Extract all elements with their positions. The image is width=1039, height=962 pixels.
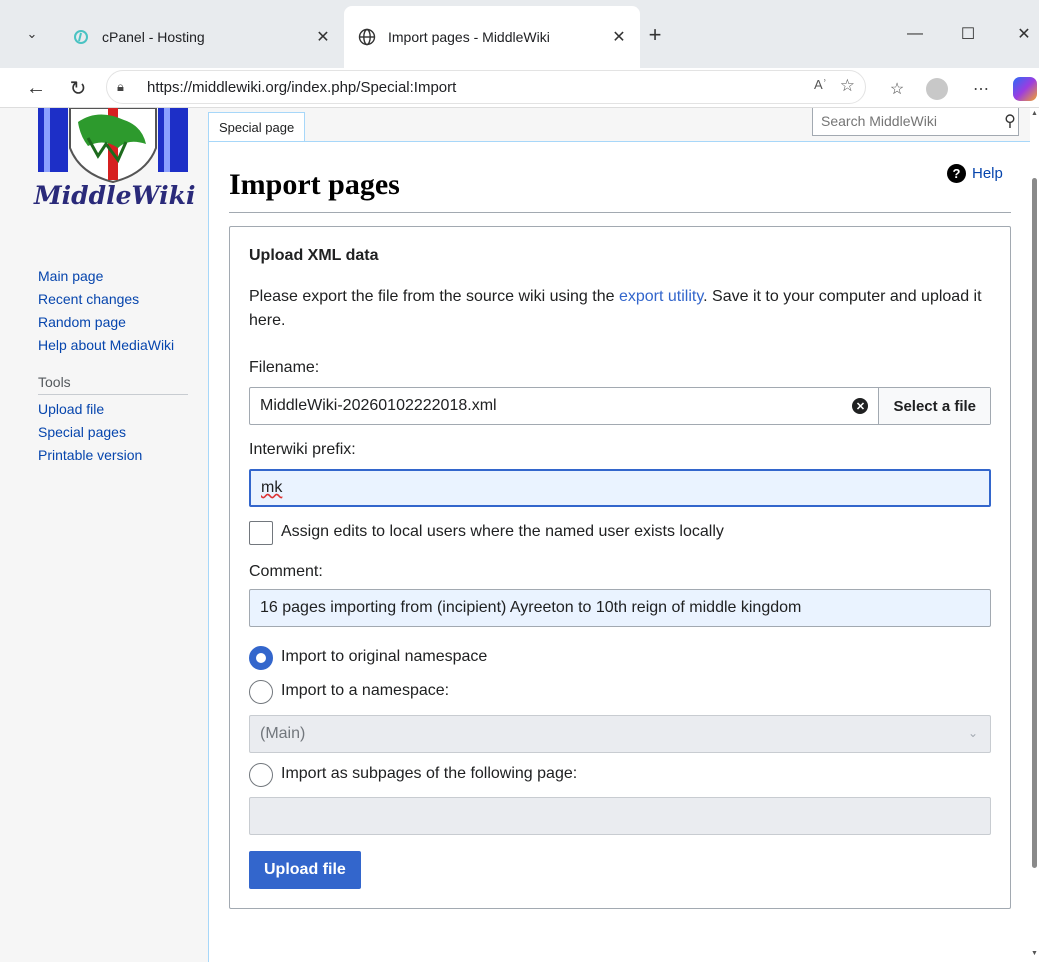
read-aloud-icon[interactable]: Aʾ [814,77,827,92]
interwiki-prefix-value: mk [261,479,283,496]
import-to-namespace-label[interactable]: Import to a namespace: [281,682,449,700]
wiki-search: ⚲ [812,108,1019,136]
refresh-icon[interactable]: ↻ [64,74,92,102]
sidebar-item-printable-version[interactable]: Printable version [38,447,188,470]
upload-description: Please export the file from the source w… [249,285,989,333]
scroll-down-icon[interactable]: ▼ [1031,950,1038,957]
tab-special-page[interactable]: Special page [208,112,306,142]
profile-avatar[interactable] [924,76,950,102]
close-window-icon[interactable]: ✕ [1004,14,1039,54]
upload-file-button[interactable]: Upload file [249,851,361,889]
page-title: Import pages [229,168,400,201]
tab-title: Import pages - MiddleWiki [388,29,550,45]
title-divider [229,212,1011,213]
tab-title: cPanel - Hosting [102,29,205,45]
help-link[interactable]: ? Help [947,164,1003,183]
help-question-icon: ? [947,164,966,183]
assign-edits-checkbox[interactable] [249,521,273,545]
url-field[interactable]: 🔒︎ https://middlewiki.org/index.php/Spec… [106,70,866,104]
sidebar-item-special-pages[interactable]: Special pages [38,424,188,447]
description-text: Please export the file from the source w… [249,288,619,305]
import-original-namespace-radio[interactable] [249,646,273,670]
help-label: Help [972,165,1003,182]
minimize-icon[interactable]: — [895,14,935,54]
import-original-namespace-label[interactable]: Import to original namespace [281,648,487,666]
comment-label: Comment: [249,563,323,580]
close-tab-icon[interactable]: ✕ [312,27,334,47]
fieldset-legend: Upload XML data [249,247,379,264]
sidebar-item-upload-file[interactable]: Upload file [38,401,188,424]
close-tab-icon[interactable]: ✕ [608,27,630,47]
site-info-lock-icon[interactable]: 🔒︎ [117,79,139,95]
middlewiki-logo[interactable]: MiddleWiki [28,108,198,212]
assign-edits-label[interactable]: Assign edits to local users where the na… [281,523,724,541]
maximize-icon[interactable]: ☐ [948,14,988,54]
wiki-page: MiddleWiki Main page Recent changes Rand… [0,108,1030,962]
chevron-down-icon: ⌄ [967,726,978,740]
logo-text: MiddleWiki [33,181,196,210]
more-menu-icon[interactable]: ⋯ [968,76,994,102]
favorite-star-icon[interactable]: ☆ [840,76,855,96]
scroll-up-icon[interactable]: ▲ [1031,110,1038,117]
sidebar-navigation: Main page Recent changes Random page Hel… [38,268,188,470]
filename-value: MiddleWiki-20260102222018.xml [260,397,497,414]
upload-xml-fieldset: Upload XML data Please export the file f… [229,226,1011,909]
comment-input[interactable]: 16 pages importing from (incipient) Ayre… [249,589,991,627]
sidebar-item-random-page[interactable]: Random page [38,314,188,337]
address-bar: ← ↻ 🔒︎ https://middlewiki.org/index.php/… [0,68,1039,108]
copilot-icon[interactable] [1012,76,1038,102]
namespace-select[interactable]: (Main) ⌄ [249,715,991,753]
interwiki-prefix-input[interactable]: mk [249,469,991,507]
back-arrow-icon[interactable]: ← [22,74,50,102]
import-to-namespace-radio[interactable] [249,680,273,704]
comment-value: 16 pages importing from (incipient) Ayre… [260,599,802,616]
search-icon[interactable]: ⚲ [1002,111,1018,131]
page-scrollbar[interactable]: ▲ ▼ [1030,108,1039,962]
new-tab-plus-icon[interactable]: + [640,20,670,50]
filename-label: Filename: [249,359,320,376]
search-input[interactable] [813,113,1002,129]
scrollbar-thumb[interactable] [1032,178,1037,868]
tools-heading: Tools [38,374,188,395]
import-as-subpages-radio[interactable] [249,763,273,787]
url-text: https://middlewiki.org/index.php/Special… [147,78,457,96]
cpanel-favicon-icon [72,28,90,46]
main-content: Import pages ? Help Upload XML data Plea… [208,141,1030,962]
clear-file-icon[interactable]: ✕ [852,398,869,414]
sidebar-item-main-page[interactable]: Main page [38,268,188,291]
browser-tab-bar: ⌄ cPanel - Hosting ✕ Import pages - Midd… [0,0,1039,68]
subpage-root-input[interactable] [249,797,991,835]
select-file-button[interactable]: Select a file [878,388,990,424]
file-input[interactable]: MiddleWiki-20260102222018.xml ✕ Select a… [249,387,991,425]
tab-import-pages[interactable]: Import pages - MiddleWiki ✕ [344,6,640,68]
sidebar-item-help-about-mediawiki[interactable]: Help about MediaWiki [38,337,188,360]
namespace-value: (Main) [260,725,306,742]
interwiki-prefix-label: Interwiki prefix: [249,441,356,458]
sidebar-item-recent-changes[interactable]: Recent changes [38,291,188,314]
tab-actions-chevron-icon[interactable]: ⌄ [12,14,52,54]
favorites-list-icon[interactable]: ☆ [884,76,910,102]
globe-icon [358,28,376,46]
tab-cpanel[interactable]: cPanel - Hosting ✕ [58,6,344,68]
import-as-subpages-label[interactable]: Import as subpages of the following page… [281,765,577,783]
export-utility-link[interactable]: export utility [619,288,703,305]
page-tabs: Special page [208,112,306,142]
